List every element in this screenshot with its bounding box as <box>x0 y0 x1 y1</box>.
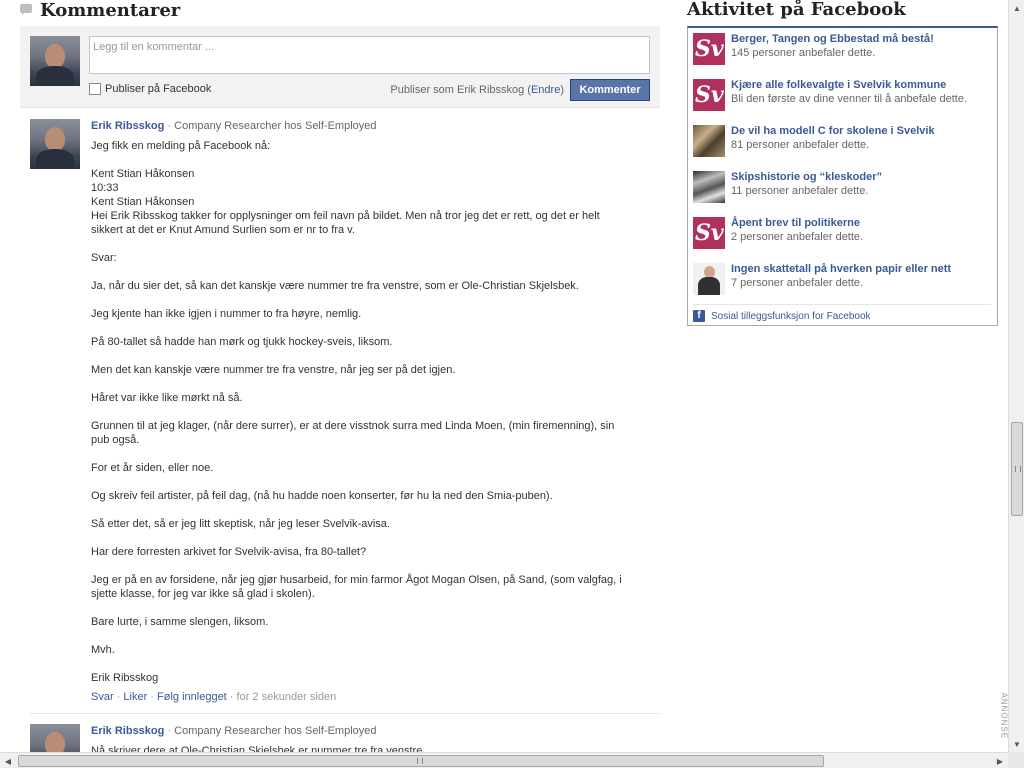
activity-item-subtitle: 145 personer anbefaler dette. <box>731 47 876 59</box>
comment-actions: Svar · Liker · Følg innlegget · for 2 se… <box>91 691 337 703</box>
comment-content: Erik Ribsskog · Company Researcher hos S… <box>91 119 631 704</box>
comment-author-role: Company Researcher hos Self-Employed <box>174 120 377 132</box>
publish-facebook-option[interactable]: Publiser på Facebook <box>89 83 211 95</box>
activity-item[interactable]: Sv Berger, Tangen og Ebbestad må bestå! … <box>693 32 989 68</box>
ad-label: ANNONSE <box>999 692 1009 740</box>
comment-author-link[interactable]: Erik Ribsskog <box>91 120 164 132</box>
activity-item-title[interactable]: Skipshistorie og “kleskoder” <box>731 170 993 184</box>
facebook-plugin-link[interactable]: Sosial tilleggsfunksjon for Facebook <box>711 311 871 322</box>
ship-photo-thumbnail[interactable] <box>693 171 725 203</box>
activity-item-subtitle: 7 personer anbefaler dette. <box>731 277 864 289</box>
activity-item[interactable]: Skipshistorie og “kleskoder” 11 personer… <box>693 170 989 206</box>
speech-bubble-icon <box>20 4 34 16</box>
publish-facebook-label: Publiser på Facebook <box>105 83 212 95</box>
change-identity-link[interactable]: Endre <box>531 84 560 96</box>
reply-link[interactable]: Svar <box>91 691 114 703</box>
comment-body: Nå skriver dere at Ole-Christian Skjelsb… <box>91 745 426 752</box>
comment-author-role: Company Researcher hos Self-Employed <box>174 725 377 737</box>
horizontal-scrollbar[interactable]: ◀ ▶ <box>0 752 1008 768</box>
activity-item[interactable]: Sv Åpent brev til politikerne 2 personer… <box>693 216 989 252</box>
arrow-down-icon[interactable]: ▼ <box>1009 736 1024 752</box>
activity-item-subtitle: 11 personer anbefaler dette. <box>731 185 869 197</box>
comment-author-line: Erik Ribsskog · Company Researcher hos S… <box>91 120 377 132</box>
vertical-scroll-thumb[interactable] <box>1011 422 1023 516</box>
page: Kommentarer Legg til en kommentar ... Pu… <box>0 0 1008 752</box>
activity-item-subtitle: 2 personer anbefaler dette. <box>731 231 864 243</box>
activity-item-title[interactable]: Kjære alle folkevalgte i Svelvik kommune <box>731 78 993 92</box>
svelvik-logo-icon[interactable]: Sv <box>693 217 725 249</box>
facebook-activity-box: Sv Berger, Tangen og Ebbestad må bestå! … <box>687 26 998 326</box>
facebook-plugin-footer: f Sosial tilleggsfunksjon for Facebook <box>693 304 991 322</box>
activity-item-title[interactable]: Berger, Tangen og Ebbestad må bestå! <box>731 32 993 46</box>
activity-item-subtitle: Bli den første av dine venner til å anbe… <box>731 93 968 105</box>
svelvik-logo-icon[interactable]: Sv <box>693 33 725 65</box>
activity-item-title[interactable]: De vil ha modell C for skolene i Svelvik <box>731 124 993 138</box>
avatar[interactable] <box>30 119 80 169</box>
avatar <box>30 36 80 86</box>
person-photo-thumbnail[interactable] <box>693 263 725 295</box>
comment-content: Erik Ribsskog · Company Researcher hos S… <box>91 724 631 752</box>
comment-input[interactable]: Legg til en kommentar ... <box>89 36 650 74</box>
activity-item[interactable]: Ingen skattetall på hverken papir eller … <box>693 262 989 298</box>
like-link[interactable]: Liker <box>123 691 147 703</box>
comment-timestamp: for 2 sekunder siden <box>236 691 337 703</box>
arrow-left-icon[interactable]: ◀ <box>0 753 16 768</box>
arrow-up-icon[interactable]: ▲ <box>1009 0 1024 16</box>
comment-body: Jeg fikk en melding på Facebook nå: Kent… <box>91 140 622 684</box>
activity-item-subtitle: 81 personer anbefaler dette. <box>731 139 870 151</box>
comment-author-link[interactable]: Erik Ribsskog <box>91 725 164 737</box>
comments-title: Kommentarer <box>40 0 181 21</box>
submit-comment-button[interactable]: Kommenter <box>570 79 650 101</box>
comment-author-line: Erik Ribsskog · Company Researcher hos S… <box>91 725 377 737</box>
arrow-right-icon[interactable]: ▶ <box>992 753 1008 768</box>
svelvik-logo-icon[interactable]: Sv <box>693 79 725 111</box>
scrollbar-corner <box>1008 752 1024 768</box>
publish-facebook-checkbox[interactable] <box>89 83 101 95</box>
follow-post-link[interactable]: Følg innlegget <box>157 691 227 703</box>
activity-item[interactable]: De vil ha modell C for skolene i Svelvik… <box>693 124 989 160</box>
publish-as-text: Publiser som Erik Ribsskog (Endre) <box>390 84 564 96</box>
avatar[interactable] <box>30 724 80 752</box>
vertical-scrollbar[interactable]: ▲ ▼ <box>1008 0 1024 752</box>
horizontal-scroll-thumb[interactable] <box>18 755 824 767</box>
comments-header: Kommentarer <box>20 0 181 21</box>
facebook-icon: f <box>693 310 705 322</box>
comment-divider <box>30 713 660 714</box>
activity-item-title[interactable]: Åpent brev til politikerne <box>731 216 993 230</box>
meeting-photo-thumbnail[interactable] <box>693 125 725 157</box>
activity-item[interactable]: Sv Kjære alle folkevalgte i Svelvik komm… <box>693 78 989 114</box>
facebook-activity-column: Aktivitet på Facebook Sv Berger, Tangen … <box>687 0 998 326</box>
comment-composer: Legg til en kommentar ... Publiser på Fa… <box>20 26 660 108</box>
facebook-activity-title: Aktivitet på Facebook <box>687 0 906 20</box>
activity-item-title[interactable]: Ingen skattetall på hverken papir eller … <box>731 262 993 276</box>
